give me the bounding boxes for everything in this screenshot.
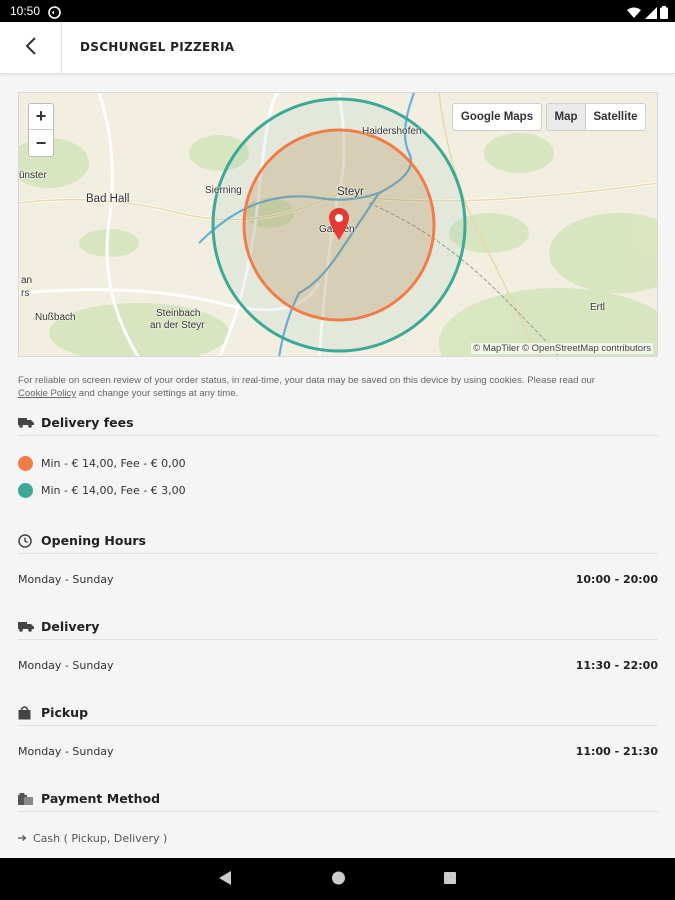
delivery-map[interactable]: Haidershofen Steyr Sierning Bad Hall üns… [18,92,658,357]
payment-method-label: Cash ( Pickup, Delivery ) [33,832,168,845]
map-label: ünster [19,170,47,181]
cookie-notice: For reliable on screen review of your or… [18,374,658,400]
nav-home-icon[interactable] [331,870,346,890]
cookie-notice-text-after: and change your settings at any time. [78,388,239,399]
satellite-view-button[interactable]: Satellite [585,103,646,131]
page-title: DSCHUNGEL PIZZERIA [80,40,235,54]
section-title: Pickup [41,705,89,720]
battery-icon [660,4,668,23]
fee-label: Min - € 14,00, Fee - € 0,00 [41,456,186,470]
system-nav-bar [0,858,675,900]
fee-label: Min - € 14,00, Fee - € 3,00 [41,483,186,497]
status-time: 10:50 [10,4,41,18]
opening-hours-row: Monday - Sunday 10:00 - 20:00 [18,570,658,588]
hours-value: 10:00 - 20:00 [575,572,658,586]
fee-item: Min - € 14,00, Fee - € 0,00 [18,454,186,472]
app-bar: DSCHUNGEL PIZZERIA [0,22,675,74]
nav-back-icon[interactable] [218,870,232,890]
opening-hours-header: Opening Hours [18,528,658,554]
days-label: Monday - Sunday [18,658,114,672]
section-title: Delivery fees [41,415,134,430]
back-button[interactable] [0,22,62,74]
zone-color-dot [18,455,33,471]
zoom-control: + − [28,103,54,157]
fee-item: Min - € 14,00, Fee - € 3,00 [18,481,186,499]
map-label: Steyr [337,186,364,198]
status-bar: 10:50 [0,0,675,22]
delivery-truck-icon [18,619,36,635]
wifi-icon [627,4,641,23]
map-label: Haidershofen [362,126,422,137]
section-title: Payment Method [41,791,161,806]
payment-icon [18,791,36,807]
shopping-bag-icon [18,705,36,721]
map-label: rs [21,288,30,299]
map-label: an der Steyr [150,320,205,331]
map-label: Sierning [205,185,242,196]
google-maps-button[interactable]: Google Maps [452,103,542,131]
arrow-right-icon [18,832,27,845]
section-title: Opening Hours [41,533,146,548]
days-label: Monday - Sunday [18,744,114,758]
hours-value: 11:00 - 21:30 [575,744,658,758]
hours-value: 11:30 - 22:00 [575,658,658,672]
nav-recents-icon[interactable] [443,870,457,890]
map-label: Nußbach [35,312,76,323]
days-label: Monday - Sunday [18,572,114,586]
map-label: Steinbach [156,308,201,319]
sync-icon [48,4,61,23]
map-pin-icon[interactable] [328,207,350,245]
cookie-notice-text: For reliable on screen review of your or… [18,375,595,386]
zone-color-dot [18,482,33,498]
pickup-header: Pickup [18,700,658,726]
payment-method-item: Cash ( Pickup, Delivery ) [18,832,167,845]
map-label: Ertl [590,302,605,313]
map-label: Bad Hall [86,193,130,205]
map-attribution: © MapTiler © OpenStreetMap contributors [471,343,653,354]
pickup-hours-row: Monday - Sunday 11:00 - 21:30 [18,742,658,760]
zoom-in-button[interactable]: + [29,104,53,130]
signal-icon [645,4,657,23]
map-view-button[interactable]: Map [546,103,586,131]
map-label: an [21,275,33,286]
delivery-header: Delivery [18,614,658,640]
section-title: Delivery [41,619,100,634]
delivery-hours-row: Monday - Sunday 11:30 - 22:00 [18,656,658,674]
delivery-truck-icon [18,415,36,431]
payment-method-header: Payment Method [18,786,658,812]
zoom-out-button[interactable]: − [29,130,53,156]
cookie-policy-link[interactable]: Cookie Policy [18,388,76,399]
delivery-fees-header: Delivery fees [18,410,658,436]
clock-icon [18,533,36,549]
back-arrow-icon [24,37,38,59]
